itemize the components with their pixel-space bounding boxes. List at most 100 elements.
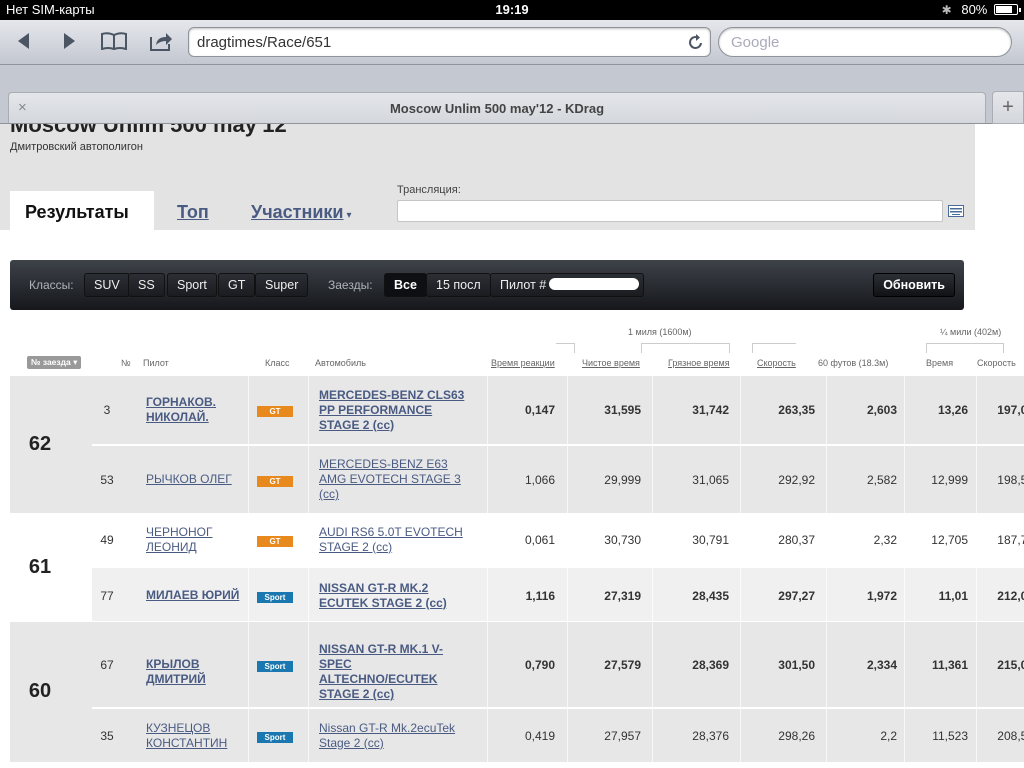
quarter-group-tick (1003, 343, 1004, 353)
table-row[interactable]: 53 РЫЧКОВ ОЛЕГ GT MERCEDES-BENZ E63 AMG EVO… (92, 444, 1024, 513)
pilot-name-link[interactable]: МИЛАЕВ ЮРИЙ (146, 588, 246, 603)
cell-reaction: 0,419 (524, 728, 555, 743)
class-badge-cell: GT (256, 533, 294, 547)
class-badge: GT (257, 475, 293, 487)
search-field[interactable]: Google (718, 27, 1012, 57)
back-button[interactable] (6, 26, 42, 56)
pilot-number-input[interactable] (549, 278, 640, 290)
mile-group-line (641, 343, 730, 344)
cell-speed: 263,35 (778, 403, 815, 417)
class-filter-super[interactable]: Super (255, 273, 309, 297)
tab-top[interactable]: Топ (162, 191, 224, 230)
keyboard-icon[interactable] (948, 205, 964, 217)
column-separator (567, 709, 568, 762)
column-separator (308, 376, 309, 444)
column-separator (826, 709, 827, 762)
col-header-quarter-speed: Скорость (977, 358, 1016, 368)
column-separator (308, 622, 309, 707)
class-filter-sport[interactable]: Sport (167, 273, 217, 297)
cell-q-speed: 215,05 (997, 657, 1024, 672)
cell-q-speed: 208,57 (997, 728, 1024, 743)
new-tab-button[interactable]: + (992, 91, 1024, 124)
cell-clean: 27,957 (604, 728, 641, 743)
refresh-button[interactable]: Обновить (873, 273, 955, 297)
column-separator (652, 446, 653, 513)
race-group: 61 49 ЧЕРНОНОГ ЛЕОНИД GT AUDI RS6 5.0T EVOTE… (10, 513, 1024, 623)
address-bar[interactable]: dragtimes/Race/651 (188, 27, 711, 57)
status-bar: Нет SIM-карты 19:19 ✱ 80% (0, 0, 1024, 20)
column-separator (308, 568, 309, 623)
event-venue: Дмитровский автополигон (10, 141, 143, 153)
table-row[interactable]: 3 ГОРНАКОВ. НИКОЛАЙ. GT MERCEDES-BENZ CLS63… (92, 376, 1024, 444)
col-header-num: № (121, 358, 131, 368)
car-link[interactable]: MERCEDES-BENZ CLS63 PP PERFORMANCE STAGE… (319, 388, 469, 433)
car-link[interactable]: NISSAN GT-R MK.2 ECUTEK STAGE 2 (cc) (319, 581, 469, 611)
col-header-reaction[interactable]: Время реакции (491, 358, 555, 368)
clock: 19:19 (495, 2, 529, 17)
reaction-group-tick (574, 343, 575, 353)
column-separator (567, 622, 568, 707)
car-link[interactable]: NISSAN GT-R MK.1 V-SPEC ALTECHNO/ECUTEK … (319, 642, 469, 702)
forward-button[interactable] (51, 26, 87, 56)
table-row[interactable]: 35 КУЗНЕЦОВ КОНСТАНТИН Sport Nissan GT-R Mk… (92, 707, 1024, 762)
column-separator (976, 446, 977, 513)
stream-input[interactable] (397, 200, 943, 222)
column-separator (248, 709, 249, 762)
car-link[interactable]: AUDI RS6 5.0T EVOTECH STAGE 2 (cc) (319, 525, 469, 555)
car-link[interactable]: Nissan GT-R Mk.2ecuTek Stage 2 (cc) (319, 721, 469, 751)
close-tab-icon[interactable]: × (18, 99, 27, 116)
quarter-mile-group-label: ¼ мили (402м) (940, 327, 1002, 337)
pilot-name-link[interactable]: ЧЕРНОНОГ ЛЕОНИД (146, 525, 246, 555)
table-row[interactable]: 49 ЧЕРНОНОГ ЛЕОНИД GT AUDI RS6 5.0T EVOTECH… (92, 513, 1024, 566)
cell-q-speed: 197,04 (997, 403, 1024, 417)
column-separator (652, 622, 653, 707)
table-row[interactable]: 67 КРЫЛОВ ДМИТРИЙ Sport NISSAN GT-R MK.1 V-… (92, 622, 1024, 707)
class-filter-gt[interactable]: GT (218, 273, 256, 297)
classes-label: Классы: (29, 278, 74, 292)
pilot-name-link[interactable]: РЫЧКОВ ОЛЕГ (146, 472, 246, 487)
runs-filter-last15[interactable]: 15 посл (426, 273, 491, 297)
col-header-speed[interactable]: Скорость (757, 358, 796, 368)
column-separator (976, 513, 977, 566)
class-badge-cell: Sport (256, 729, 294, 743)
cell-speed: 298,26 (778, 728, 815, 743)
filter-bar: Классы: SUV SS Sport GT Super Заезды: Вс… (10, 260, 964, 310)
tab-strip: × Moscow Unlim 500 may'12 - KDrag + (0, 65, 1024, 124)
race-number-sort-button[interactable]: № заезда ▾ (27, 356, 82, 369)
col-header-class: Класс (265, 358, 290, 368)
pilot-filter[interactable]: Пилот # (490, 273, 645, 297)
cell-q-time: 11,361 (931, 657, 968, 672)
runs-filter-all[interactable]: Все (384, 273, 427, 297)
car-link[interactable]: MERCEDES-BENZ E63 AMG EVOTECH STAGE 3 (c… (319, 457, 469, 502)
column-separator (826, 376, 827, 444)
col-header-dirty-time[interactable]: Грязное время (668, 358, 730, 368)
share-button[interactable] (143, 26, 179, 56)
reload-icon[interactable] (688, 33, 704, 51)
cell-speed: 292,92 (778, 472, 815, 487)
column-separator (904, 568, 905, 623)
speed-group-line (752, 343, 796, 344)
column-separator (652, 709, 653, 762)
reaction-group-line (556, 343, 575, 344)
col-header-clean-time[interactable]: Чистое время (582, 358, 640, 368)
column-separator (826, 622, 827, 707)
tab-results[interactable]: Результаты (10, 191, 154, 230)
pilot-name-link[interactable]: КРЫЛОВ ДМИТРИЙ (146, 657, 246, 687)
tab-members[interactable]: Участники ▾ (236, 191, 367, 230)
bookmarks-button[interactable] (96, 26, 132, 56)
column-separator (248, 446, 249, 513)
browser-tab[interactable]: × Moscow Unlim 500 may'12 - KDrag (8, 92, 986, 123)
column-separator (826, 446, 827, 513)
class-filter-suv[interactable]: SUV (84, 273, 130, 297)
cell-sixty: 1,972 (866, 588, 897, 603)
share-icon (150, 33, 172, 51)
class-filter-ss[interactable]: SS (128, 273, 165, 297)
results-table-header: 1 миля (1600м) ¼ мили (402м) № заезда ▾ … (0, 320, 1024, 374)
class-badge: GT (257, 535, 293, 547)
column-separator (487, 568, 488, 623)
pilot-name-link[interactable]: ГОРНАКОВ. НИКОЛАЙ. (146, 395, 246, 425)
pilot-name-link[interactable]: КУЗНЕЦОВ КОНСТАНТИН (146, 721, 246, 751)
column-separator (567, 376, 568, 444)
cell-speed: 301,50 (778, 657, 815, 672)
table-row[interactable]: 77 МИЛАЕВ ЮРИЙ Sport NISSAN GT-R MK.2 ECUTE… (92, 566, 1024, 623)
